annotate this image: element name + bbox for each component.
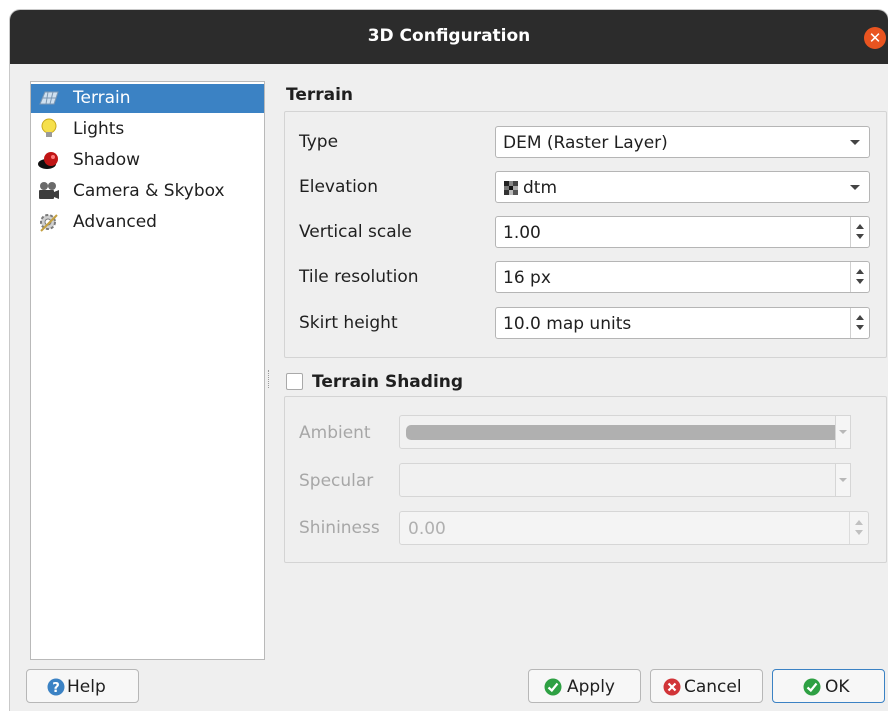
ok-button-label: OK: [825, 677, 850, 697]
camera-icon: [39, 182, 59, 199]
spin-arrows[interactable]: [849, 512, 868, 544]
type-value: DEM (Raster Layer): [503, 133, 668, 153]
ambient-label: Ambient: [299, 423, 371, 443]
close-button[interactable]: ✕: [864, 27, 886, 49]
terrain-icon: [39, 91, 59, 105]
cancel-button[interactable]: Cancel: [650, 669, 763, 703]
apply-button-label: Apply: [567, 677, 615, 697]
ambient-color-button[interactable]: [399, 415, 851, 449]
sidebar-item-label: Terrain: [73, 88, 131, 108]
specular-dropdown[interactable]: [835, 463, 851, 497]
sidebar-item-label: Advanced: [73, 212, 157, 232]
specular-color-button[interactable]: [399, 463, 851, 497]
terrain-shading-title: Terrain Shading: [312, 372, 464, 392]
apply-button[interactable]: Apply: [528, 669, 641, 703]
shininess-value: 0.00: [408, 519, 446, 539]
skirt-height-value: 10.0 map units: [503, 314, 632, 334]
vertical-scale-value: 1.00: [503, 223, 541, 243]
help-button-label: Help: [67, 677, 106, 697]
sidebar-list: Terrain Lights Shadow Camera & Skybox Ad…: [30, 81, 265, 660]
sidebar-item-label: Camera & Skybox: [73, 181, 225, 201]
vertical-scale-label: Vertical scale: [299, 222, 412, 242]
spin-arrows[interactable]: [850, 308, 869, 338]
shadow-icon: [38, 152, 58, 169]
chevron-down-icon: [839, 430, 847, 434]
type-combobox[interactable]: DEM (Raster Layer): [495, 126, 870, 158]
sidebar-item-advanced[interactable]: Advanced: [31, 208, 264, 237]
help-button[interactable]: ? Help: [26, 669, 139, 703]
svg-text:?: ?: [52, 681, 60, 696]
ambient-color-swatch: [406, 425, 844, 440]
spin-up-icon: [856, 224, 864, 229]
window-title: 3D Configuration: [367, 26, 531, 46]
shininess-label: Shininess: [299, 518, 380, 538]
raster-layer-icon: [504, 181, 518, 195]
close-icon: ✕: [868, 29, 882, 47]
title-bar[interactable]: 3D Configuration ✕: [10, 10, 888, 64]
skirt-height-label: Skirt height: [299, 313, 398, 333]
sidebar-item-shadow[interactable]: Shadow: [31, 146, 264, 175]
shininess-spinbox[interactable]: 0.00: [399, 511, 869, 545]
check-icon: [544, 678, 562, 696]
spin-up-icon: [856, 269, 864, 274]
sidebar-item-camera-skybox[interactable]: Camera & Skybox: [31, 177, 264, 206]
sidebar-item-terrain[interactable]: Terrain: [31, 84, 264, 113]
spin-down-icon: [856, 234, 864, 239]
sidebar-item-label: Shadow: [73, 150, 141, 170]
check-icon: [803, 678, 821, 696]
type-label: Type: [299, 132, 339, 152]
vertical-scale-spinbox[interactable]: 1.00: [495, 216, 870, 248]
spin-down-icon: [855, 530, 863, 535]
ok-button[interactable]: OK: [772, 669, 885, 703]
chevron-down-icon: [839, 478, 847, 482]
dialog-window: 3D Configuration ✕ Terrain Lights Shadow…: [10, 10, 888, 711]
spin-down-icon: [856, 325, 864, 330]
elevation-combobox[interactable]: dtm: [495, 171, 870, 203]
advanced-icon: [40, 214, 58, 232]
chevron-down-icon: [850, 140, 860, 145]
chevron-down-icon: [850, 185, 860, 190]
sidebar-item-lights[interactable]: Lights: [31, 115, 264, 144]
lightbulb-icon: [41, 118, 57, 137]
spin-up-icon: [856, 315, 864, 320]
tile-resolution-value: 16 px: [503, 268, 551, 288]
terrain-section-title: Terrain: [286, 85, 354, 105]
skirt-height-spinbox[interactable]: 10.0 map units: [495, 307, 870, 339]
tile-resolution-label: Tile resolution: [299, 267, 419, 287]
spin-arrows[interactable]: [850, 262, 869, 292]
sidebar-item-label: Lights: [73, 119, 125, 139]
ambient-dropdown[interactable]: [835, 415, 851, 449]
terrain-shading-checkbox[interactable]: [286, 373, 303, 390]
spin-up-icon: [855, 520, 863, 525]
spin-down-icon: [856, 279, 864, 284]
cancel-button-label: Cancel: [684, 677, 742, 697]
splitter-handle[interactable]: [268, 370, 271, 388]
spin-arrows[interactable]: [850, 217, 869, 247]
elevation-value: dtm: [523, 178, 558, 198]
tile-resolution-spinbox[interactable]: 16 px: [495, 261, 870, 293]
elevation-label: Elevation: [299, 177, 378, 197]
help-icon: ?: [47, 678, 65, 696]
specular-label: Specular: [299, 471, 374, 491]
cancel-icon: [663, 678, 681, 696]
